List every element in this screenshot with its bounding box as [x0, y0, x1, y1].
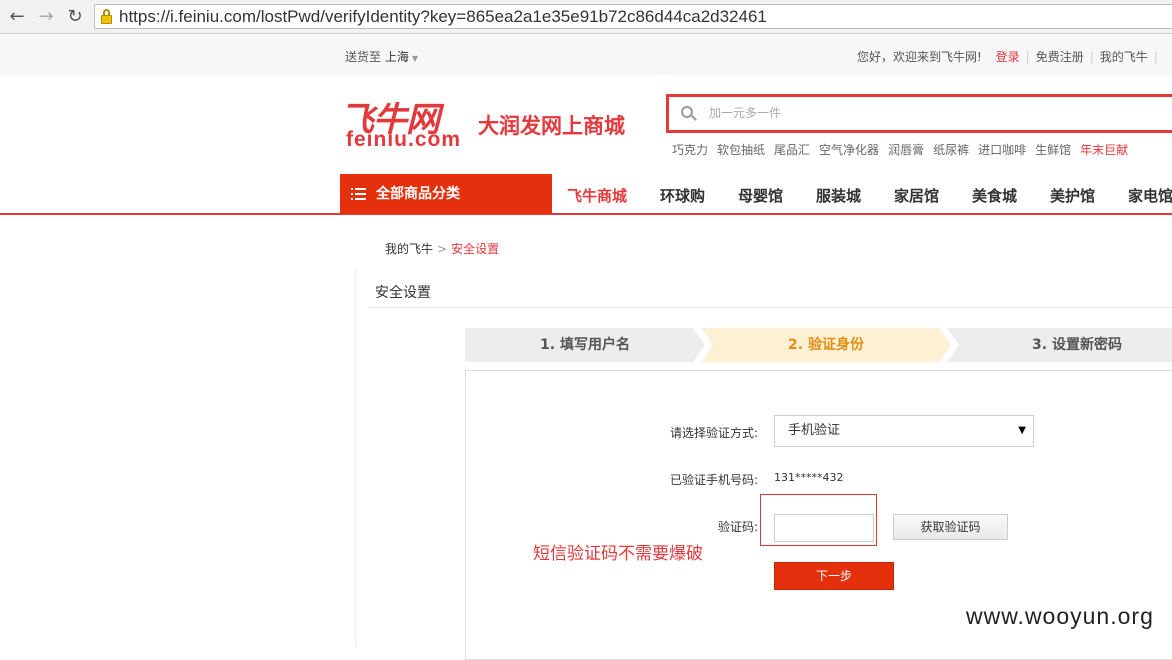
top-utility-bar: 送货至 上海 ▼ 您好，欢迎来到飞牛网! 登录 | 免费注册 | 我的飞牛 |: [0, 35, 1172, 75]
search-bar: [666, 94, 1172, 133]
delivery-city[interactable]: 上海: [385, 50, 409, 64]
next-step-button[interactable]: 下一步: [774, 562, 894, 590]
hot-keyword[interactable]: 纸尿裤: [933, 143, 969, 157]
welcome-text: 您好，欢迎来到飞牛网!: [857, 50, 982, 64]
url-text[interactable]: https://i.feiniu.com/lostPwd/verifyIdent…: [119, 7, 767, 27]
reload-icon[interactable]: ↻: [64, 6, 86, 28]
hot-keyword[interactable]: 软包抽纸: [717, 143, 765, 157]
login-link[interactable]: 登录: [996, 50, 1020, 64]
search-input[interactable]: [709, 101, 1149, 125]
hot-keyword[interactable]: 尾品汇: [774, 143, 810, 157]
search-icon: [681, 106, 697, 121]
dropdown-arrow-icon: ▼: [1018, 425, 1026, 436]
method-label: 请选择验证方式:: [670, 426, 759, 440]
register-link[interactable]: 免费注册: [1036, 50, 1084, 64]
hot-keyword-promo[interactable]: 年末巨献: [1080, 143, 1128, 157]
get-code-button[interactable]: 获取验证码: [893, 514, 1008, 540]
watermark: www.wooyun.org: [966, 603, 1154, 629]
nav-item-food[interactable]: 美食城: [972, 185, 1017, 206]
forward-arrow-icon[interactable]: →: [35, 6, 57, 28]
divider: |: [1089, 50, 1094, 64]
hot-keyword[interactable]: 生鲜馆: [1035, 143, 1071, 157]
nav-item-beauty[interactable]: 美护馆: [1050, 185, 1095, 206]
annotation-note: 短信验证码不需要爆破: [533, 544, 703, 564]
address-bar[interactable]: https://i.feiniu.com/lostPwd/verifyIdent…: [94, 4, 1172, 29]
breadcrumb: 我的飞牛 > 安全设置: [385, 240, 499, 257]
nav-item-appliances[interactable]: 家电馆: [1128, 185, 1172, 206]
hot-keyword[interactable]: 空气净化器: [819, 143, 879, 157]
site-logo[interactable]: 飞牛网 feiniu.com 大润发网上商城: [340, 92, 640, 154]
divider: |: [1025, 50, 1030, 64]
chevron-right-icon: >: [437, 242, 448, 256]
step-fill-username: 1. 填写用户名: [465, 328, 705, 362]
hot-keyword[interactable]: 进口咖啡: [978, 143, 1026, 157]
breadcrumb-home[interactable]: 我的飞牛: [385, 242, 433, 256]
verification-method-select[interactable]: 手机验证 ▼: [774, 415, 1034, 447]
delivery-label: 送货至: [345, 50, 382, 64]
all-categories-label: 全部商品分类: [376, 186, 460, 202]
all-categories-button[interactable]: 全部商品分类: [340, 174, 552, 214]
divider: |: [1153, 50, 1158, 64]
nav-item-clothing[interactable]: 服装城: [816, 185, 861, 206]
logo-slogan: 大润发网上商城: [478, 114, 625, 138]
list-icon: [351, 188, 366, 200]
nav-item-home[interactable]: 家居馆: [894, 185, 939, 206]
my-account-link[interactable]: 我的飞牛: [1100, 50, 1148, 64]
page-title: 安全设置: [375, 285, 431, 301]
method-selected-value: 手机验证: [788, 423, 841, 438]
lock-icon: [101, 9, 112, 24]
title-divider: [369, 307, 1172, 308]
hot-keyword[interactable]: 润唇膏: [888, 143, 924, 157]
browser-toolbar: ← → ↻ https://i.feiniu.com/lostPwd/verif…: [0, 0, 1172, 34]
step-verify-identity: 2. 验证身份: [701, 328, 951, 362]
masked-phone-number: 131*****432: [774, 471, 844, 484]
hot-keywords: 巧克力 软包抽纸 尾品汇 空气净化器 润唇膏 纸尿裤 进口咖啡 生鲜馆 年末巨献: [672, 141, 1137, 158]
nav-item-global[interactable]: 环球购: [660, 185, 705, 206]
logo-domain: feiniu.com: [346, 128, 462, 151]
code-label: 验证码:: [718, 520, 759, 534]
breadcrumb-current: 安全设置: [451, 242, 500, 256]
back-arrow-icon[interactable]: ←: [6, 6, 28, 28]
nav-item-feiniu-mall[interactable]: 飞牛商城: [567, 185, 627, 206]
chevron-down-icon[interactable]: ▼: [412, 54, 418, 63]
phone-label: 已验证手机号码:: [670, 473, 759, 487]
delivery-location[interactable]: 送货至 上海 ▼: [345, 48, 418, 65]
nav-underline: [0, 213, 1172, 215]
user-links: 您好，欢迎来到飞牛网! 登录 | 免费注册 | 我的飞牛 |: [857, 48, 1164, 65]
verification-code-input[interactable]: [774, 514, 874, 542]
nav-item-baby[interactable]: 母婴馆: [738, 185, 783, 206]
step-set-new-password: 3. 设置新密码: [947, 328, 1172, 362]
hot-keyword[interactable]: 巧克力: [672, 143, 708, 157]
progress-steps: 1. 填写用户名 2. 验证身份 3. 设置新密码: [465, 328, 1172, 362]
